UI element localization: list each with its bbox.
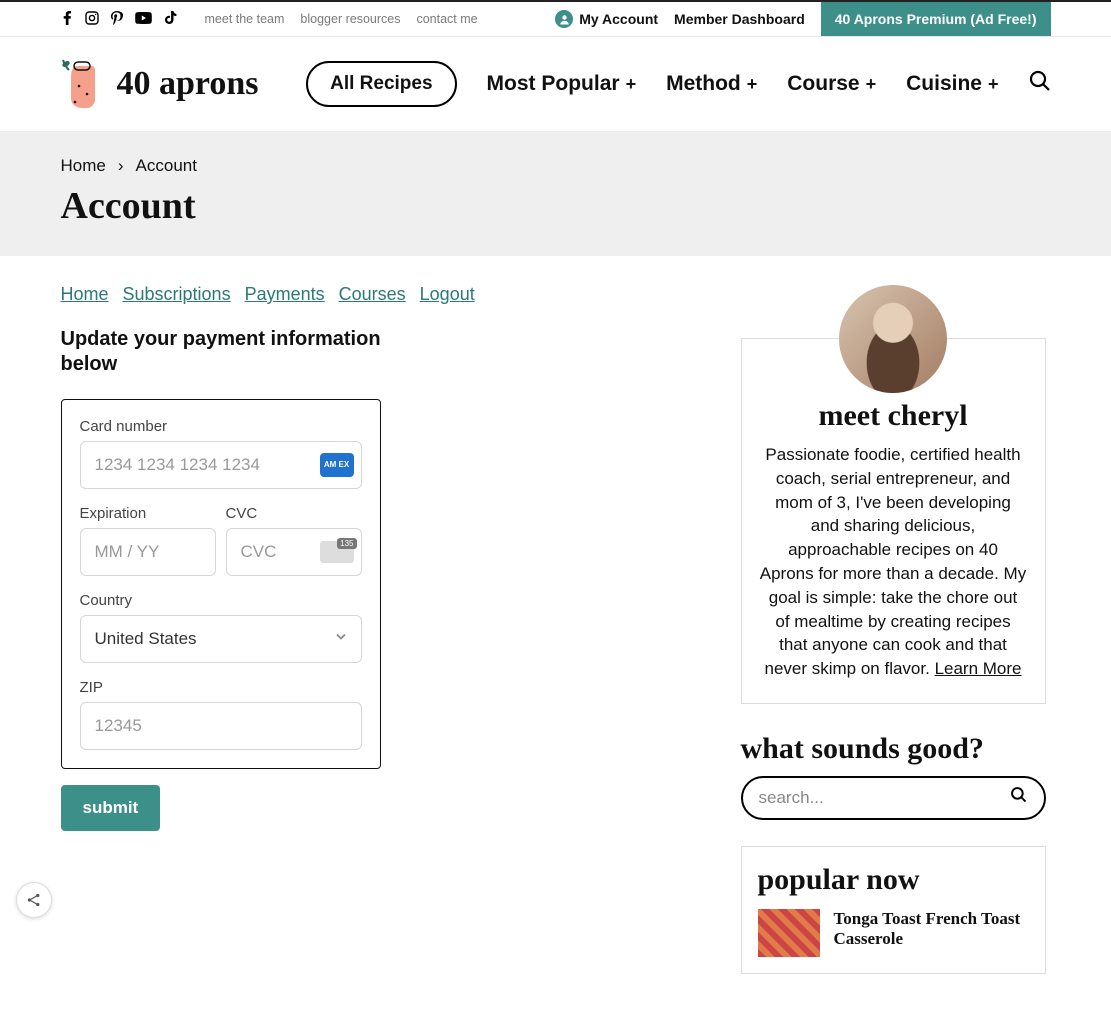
acct-nav-logout[interactable]: Logout [420,284,475,305]
account-nav: Home Subscriptions Payments Courses Logo… [61,284,681,305]
member-dashboard-link[interactable]: Member Dashboard [674,11,805,27]
country-select[interactable] [80,615,362,663]
site-logo[interactable]: 40 aprons [61,56,259,112]
plus-icon: + [747,74,758,95]
nav-label: Cuisine [906,72,982,96]
top-link-team[interactable]: meet the team [205,12,285,26]
bio-title: meet cheryl [760,399,1027,433]
popular-now-card: popular now Tonga Toast French Toast Cas… [741,846,1046,974]
bio-card: meet cheryl Passionate foodie, certified… [741,338,1046,704]
acct-nav-courses[interactable]: Courses [339,284,406,305]
cvc-card-icon [320,541,354,563]
nav-method[interactable]: Method + [666,72,757,96]
tiktok-icon[interactable] [164,11,177,28]
facebook-icon[interactable] [61,11,73,28]
instagram-icon[interactable] [85,11,99,28]
search-icon[interactable] [1010,786,1028,809]
sidebar-search[interactable] [741,776,1046,820]
nav-course[interactable]: Course + [787,72,876,96]
user-icon [555,10,573,28]
recipe-title: Tonga Toast French Toast Casserole [834,909,1029,950]
avatar [839,285,947,393]
update-payment-heading: Update your payment information below [61,327,421,377]
payment-form: Card number AM EX Expiration CVC [61,399,381,769]
nav-label: Method [666,72,741,96]
main-nav: 40 aprons All Recipes Most Popular + Meth… [0,37,1111,132]
cvc-label: CVC [226,505,362,522]
utility-bar: meet the team blogger resources contact … [0,0,1111,37]
expiration-input[interactable] [80,528,216,576]
pinterest-icon[interactable] [111,11,123,28]
acct-nav-payments[interactable]: Payments [245,284,325,305]
nav-label: Course [787,72,859,96]
my-account-label: My Account [579,11,658,27]
bio-body: Passionate foodie, certified health coac… [760,445,1026,678]
my-account-link[interactable]: My Account [555,10,658,28]
top-link-blogger[interactable]: blogger resources [300,12,400,26]
premium-button[interactable]: 40 Aprons Premium (Ad Free!) [821,2,1051,36]
plus-icon: + [626,74,637,95]
expiration-label: Expiration [80,505,216,522]
chevron-right-icon: › [118,156,124,176]
share-button[interactable] [16,882,52,918]
zip-label: ZIP [80,679,362,696]
sounds-good-heading: what sounds good? [741,732,1046,766]
logo-text: 40 aprons [117,65,259,103]
zip-input[interactable] [80,702,362,750]
social-icons [61,11,177,28]
nav-label: Most Popular [487,72,620,96]
top-link-contact[interactable]: contact me [416,12,477,26]
youtube-icon[interactable] [135,12,152,27]
page-title: Account [61,184,1051,228]
nav-most-popular[interactable]: Most Popular + [487,72,637,96]
nav-all-recipes[interactable]: All Recipes [306,61,456,107]
recipe-thumbnail [758,909,820,957]
popular-now-heading: popular now [758,863,1029,897]
nav-cuisine[interactable]: Cuisine + [906,72,998,96]
search-icon[interactable] [1029,70,1051,98]
sidebar-search-input[interactable] [759,788,1010,808]
title-bar: Home › Account Account [0,132,1111,256]
submit-button[interactable]: submit [61,785,161,831]
breadcrumb-home[interactable]: Home [61,156,106,176]
amex-icon: AM EX [320,453,354,477]
breadcrumb: Home › Account [61,156,1051,176]
acct-nav-home[interactable]: Home [61,284,109,305]
bio-text: Passionate foodie, certified health coac… [760,443,1027,681]
country-label: Country [80,592,362,609]
logo-icon [61,56,109,112]
card-number-label: Card number [80,418,362,435]
learn-more-link[interactable]: Learn More [935,659,1022,678]
plus-icon: + [988,74,999,95]
breadcrumb-current: Account [136,156,197,176]
plus-icon: + [866,74,877,95]
popular-item[interactable]: Tonga Toast French Toast Casserole [758,909,1029,957]
acct-nav-subscriptions[interactable]: Subscriptions [123,284,231,305]
